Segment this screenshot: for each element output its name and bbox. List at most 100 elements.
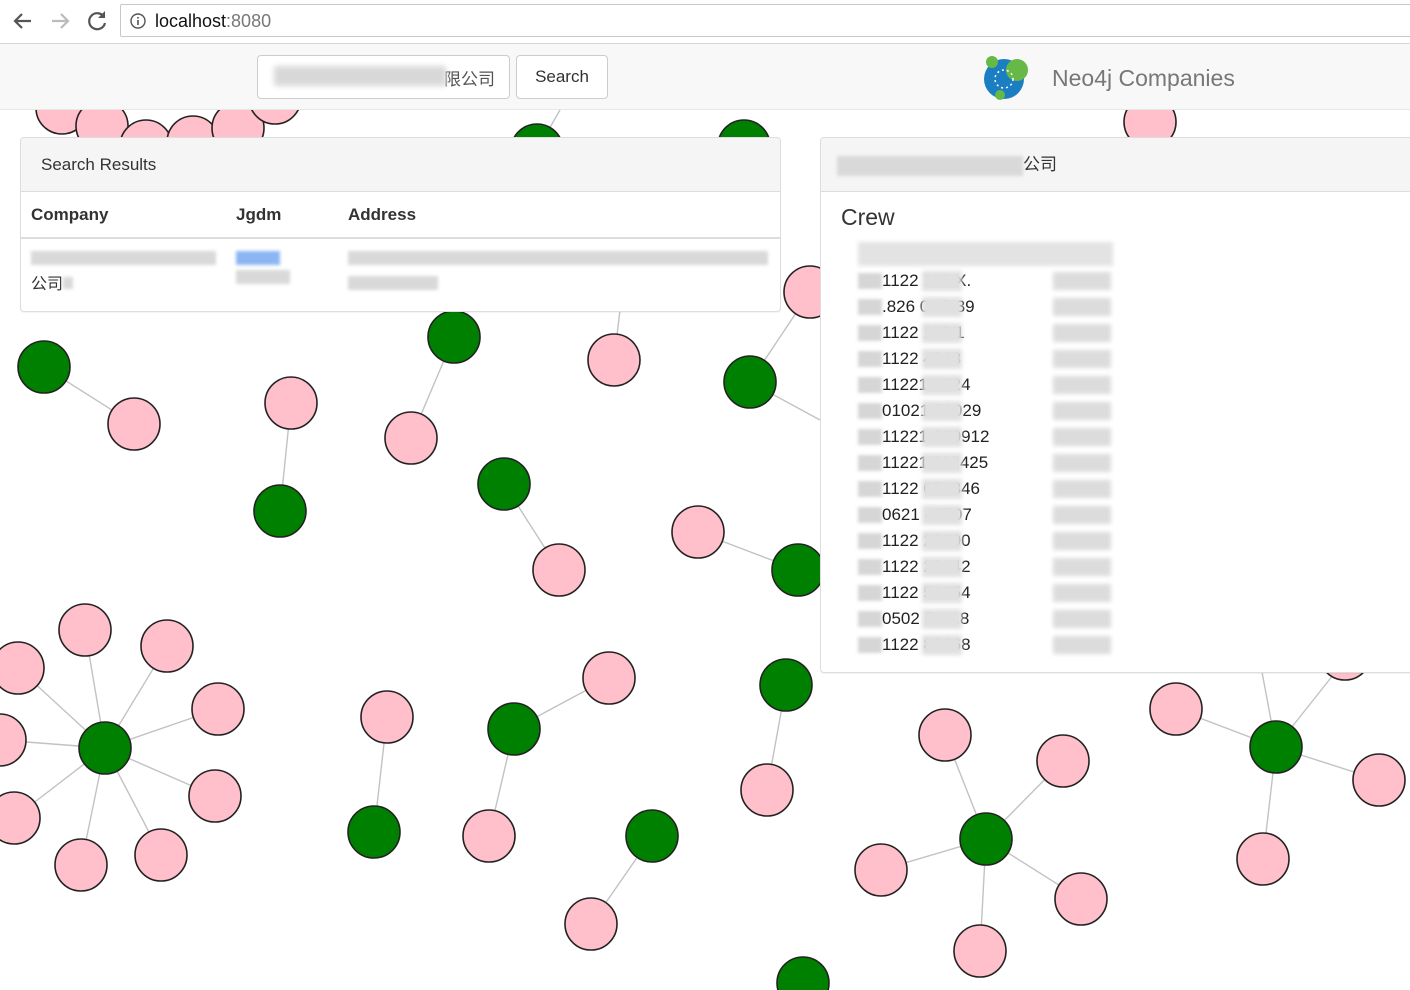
crew-redaction bbox=[1053, 428, 1111, 446]
person-node[interactable] bbox=[953, 924, 1007, 978]
crew-redaction bbox=[858, 429, 882, 445]
list-item[interactable]: 1122 112 1 bbox=[858, 320, 1113, 346]
address-redacted bbox=[348, 251, 768, 265]
company-node[interactable] bbox=[771, 543, 825, 597]
crew-redaction bbox=[922, 531, 962, 551]
person-node[interactable] bbox=[134, 828, 188, 882]
crew-redaction bbox=[858, 273, 882, 289]
person-node[interactable] bbox=[360, 690, 414, 744]
person-node[interactable] bbox=[462, 809, 516, 863]
person-node[interactable] bbox=[582, 651, 636, 705]
person-node[interactable] bbox=[1352, 753, 1406, 807]
crew-redaction bbox=[1053, 636, 1111, 654]
crew-redaction bbox=[922, 427, 962, 447]
list-item[interactable]: 1122 22142 bbox=[858, 554, 1113, 580]
person-node[interactable] bbox=[107, 397, 161, 451]
person-node[interactable] bbox=[854, 843, 908, 897]
crew-redaction bbox=[858, 481, 882, 497]
person-node[interactable] bbox=[740, 763, 794, 817]
list-item[interactable]: 1122 21900 bbox=[858, 528, 1113, 554]
person-node[interactable] bbox=[587, 333, 641, 387]
person-node[interactable] bbox=[58, 603, 112, 657]
crew-redaction bbox=[922, 609, 962, 629]
crew-redaction bbox=[858, 377, 882, 393]
company-node[interactable] bbox=[427, 310, 481, 364]
crew-redaction bbox=[1053, 298, 1111, 316]
crew-heading: Crew bbox=[841, 204, 895, 230]
crew-redaction bbox=[858, 533, 882, 549]
company-node[interactable] bbox=[347, 805, 401, 859]
person-node[interactable] bbox=[1036, 734, 1090, 788]
company-node[interactable] bbox=[78, 721, 132, 775]
person-node[interactable] bbox=[532, 543, 586, 597]
company-redacted bbox=[31, 251, 216, 265]
crew-redaction bbox=[922, 349, 962, 369]
list-item[interactable]: 1122 81668 bbox=[858, 632, 1113, 658]
column-jgdm: Jgdm bbox=[226, 192, 338, 239]
person-node[interactable] bbox=[264, 376, 318, 430]
jgdm-redacted-selected bbox=[236, 251, 280, 265]
crew-redaction bbox=[922, 401, 962, 421]
crew-header-redacted bbox=[858, 242, 1113, 266]
person-node[interactable] bbox=[564, 897, 618, 951]
list-item[interactable]: 11221 4024 bbox=[858, 372, 1113, 398]
results-header-row: Company Jgdm Address bbox=[21, 192, 780, 239]
person-node[interactable] bbox=[188, 769, 242, 823]
company-node[interactable] bbox=[776, 956, 830, 990]
crew-redaction bbox=[1053, 350, 1111, 368]
list-item[interactable]: 1122 051346 bbox=[858, 476, 1113, 502]
search-results-heading: Search Results bbox=[21, 138, 780, 192]
column-address: Address bbox=[338, 192, 780, 239]
person-node[interactable] bbox=[671, 505, 725, 559]
crew-redaction bbox=[1053, 558, 1111, 576]
company-node[interactable] bbox=[1249, 720, 1303, 774]
neo4j-logo-icon bbox=[984, 56, 1028, 100]
cell-address[interactable] bbox=[338, 238, 780, 308]
list-item[interactable]: 01021 31029 bbox=[858, 398, 1113, 424]
list-item[interactable]: 0621 42707 bbox=[858, 502, 1113, 528]
crew-redaction bbox=[858, 559, 882, 575]
crew-redaction bbox=[1053, 324, 1111, 342]
list-item[interactable]: 11221 112425 bbox=[858, 450, 1113, 476]
person-node[interactable] bbox=[384, 411, 438, 465]
person-node[interactable] bbox=[0, 641, 45, 695]
crew-redaction bbox=[858, 507, 882, 523]
list-item[interactable]: .826 01C 39 bbox=[858, 294, 1113, 320]
cell-company[interactable]: 公司 bbox=[21, 238, 226, 308]
person-node[interactable] bbox=[191, 682, 245, 736]
company-node[interactable] bbox=[17, 340, 71, 394]
person-node[interactable] bbox=[918, 708, 972, 762]
company-node[interactable] bbox=[477, 457, 531, 511]
crew-redaction bbox=[858, 455, 882, 471]
search-results-panel: Search Results Company Jgdm Address 公司 bbox=[20, 137, 781, 312]
person-node[interactable] bbox=[1236, 832, 1290, 886]
crew-redaction bbox=[858, 299, 882, 315]
cell-jgdm[interactable] bbox=[226, 238, 338, 308]
company-node[interactable] bbox=[487, 702, 541, 756]
crew-redaction bbox=[1053, 402, 1111, 420]
list-item[interactable]: 1122 4068 bbox=[858, 346, 1113, 372]
crew-redaction bbox=[1053, 272, 1111, 290]
crew-redaction bbox=[858, 351, 882, 367]
company-node[interactable] bbox=[723, 355, 777, 409]
company-name-redacted bbox=[837, 155, 1023, 176]
person-node[interactable] bbox=[0, 791, 41, 845]
search-button[interactable]: Search bbox=[516, 55, 608, 99]
list-item[interactable]: 0502 51118 bbox=[858, 606, 1113, 632]
list-item[interactable]: 1122 51054 bbox=[858, 580, 1113, 606]
company-node[interactable] bbox=[625, 809, 679, 863]
list-item[interactable]: 11221 120912 bbox=[858, 424, 1113, 450]
person-node[interactable] bbox=[1054, 872, 1108, 926]
person-node[interactable] bbox=[140, 619, 194, 673]
brand-title[interactable]: Neo4j Companies bbox=[1052, 64, 1235, 92]
company-node[interactable] bbox=[253, 484, 307, 538]
person-node[interactable] bbox=[1149, 682, 1203, 736]
table-row[interactable]: 公司 bbox=[21, 238, 780, 308]
list-item[interactable]: 1122 113 X. bbox=[858, 268, 1113, 294]
company-name-suffix: 公司 bbox=[1023, 155, 1057, 174]
company-node[interactable] bbox=[959, 812, 1013, 866]
person-node[interactable] bbox=[0, 713, 27, 767]
person-node[interactable] bbox=[54, 838, 108, 892]
crew-redaction bbox=[922, 375, 962, 395]
company-node[interactable] bbox=[759, 658, 813, 712]
